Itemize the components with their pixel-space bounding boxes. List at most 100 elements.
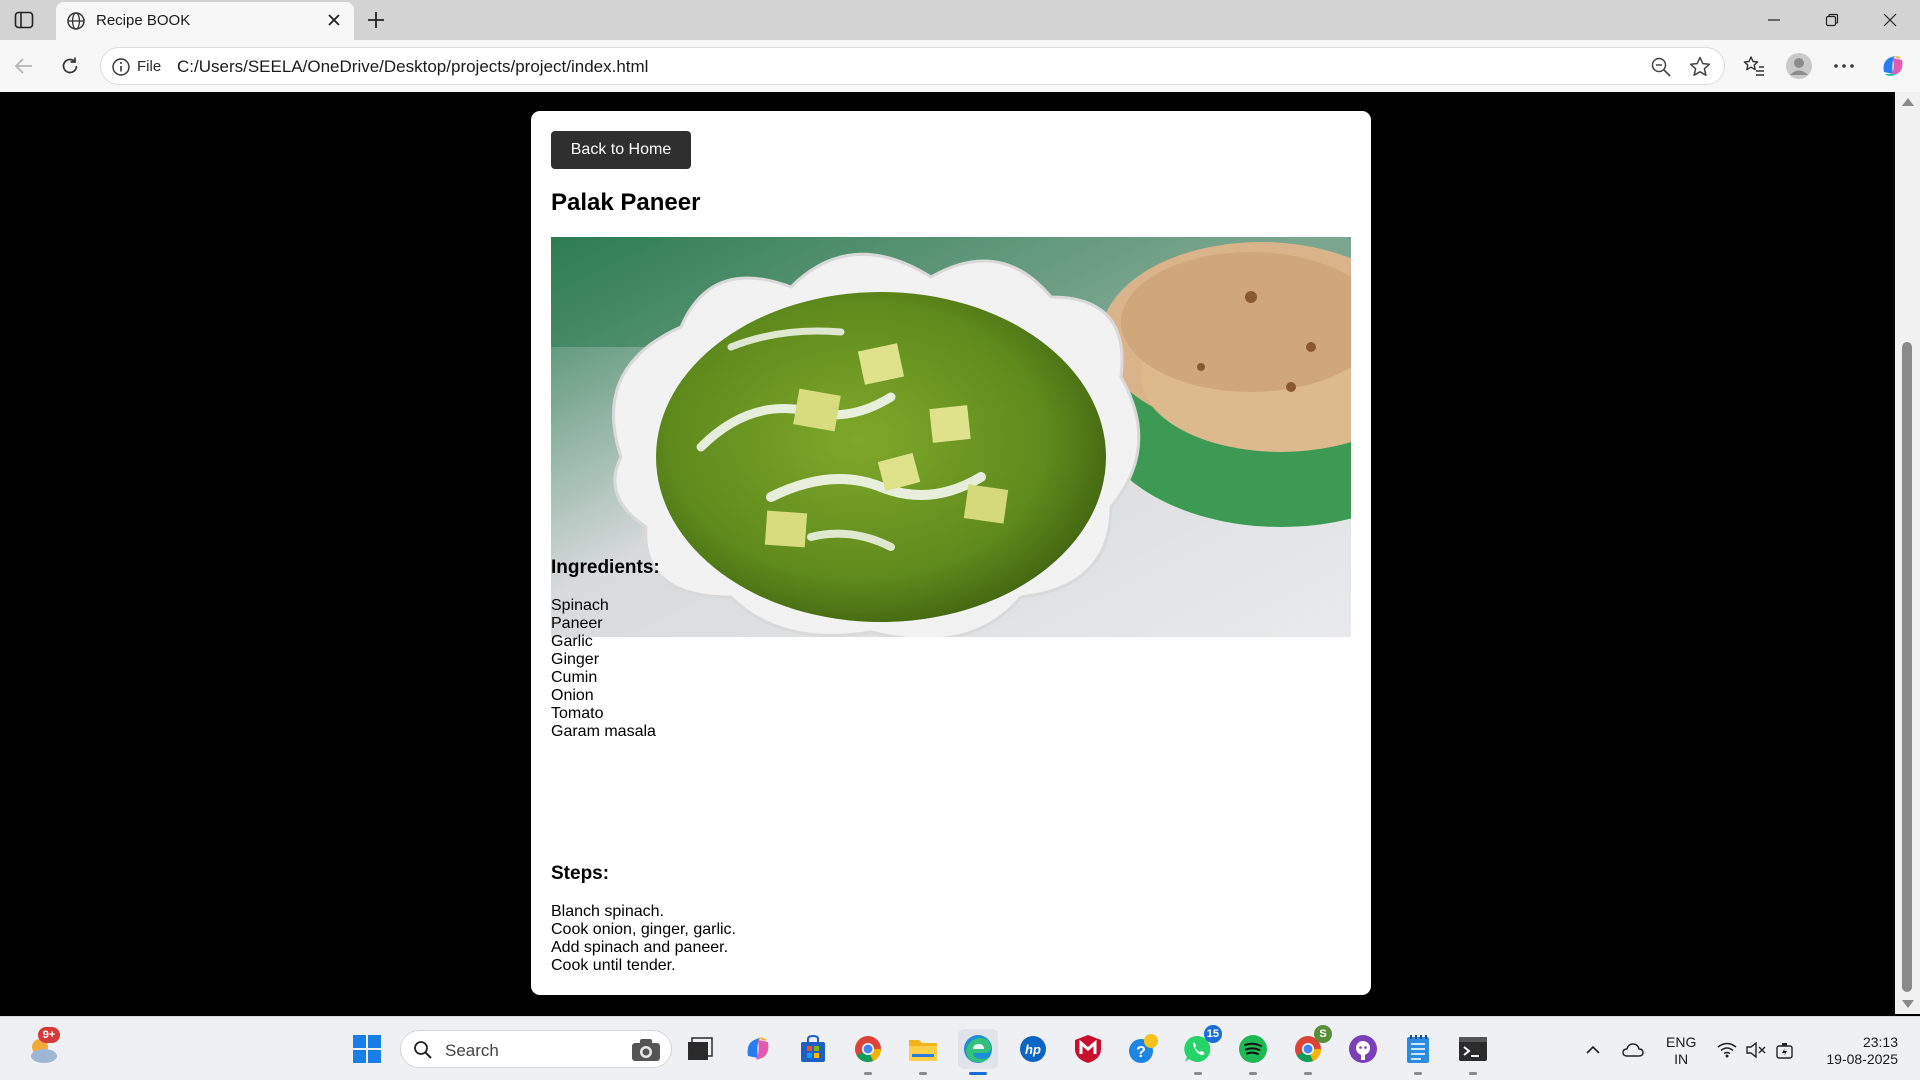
clock-time: 23:13: [1862, 1034, 1898, 1050]
task-view-icon: [688, 1037, 713, 1060]
running-indicator: [919, 1072, 927, 1075]
page-viewport: Back to Home Palak Paneer Ingredients: S…: [5, 92, 1895, 1014]
windows-logo-icon: [353, 1035, 381, 1063]
favorites-list-icon: [1743, 56, 1764, 76]
tab-actions-icon: [14, 11, 34, 29]
unread-count-badge: 15: [1203, 1025, 1222, 1043]
browser-title-bar: Recipe BOOK: [0, 0, 1920, 40]
close-window-button[interactable]: [1862, 0, 1918, 40]
taskbar-search[interactable]: Search: [400, 1030, 672, 1068]
scroll-down-arrow-icon[interactable]: [1902, 1000, 1914, 1008]
new-tab-button[interactable]: [364, 8, 388, 32]
restore-icon: [1825, 13, 1839, 27]
scroll-thumb[interactable]: [1902, 342, 1912, 992]
volume-tray[interactable]: [1745, 1039, 1767, 1061]
running-indicator: [1414, 1072, 1422, 1075]
palak-paneer-photo: [551, 237, 1351, 637]
language-code: ENG: [1666, 1034, 1697, 1050]
copilot-icon: [1883, 56, 1903, 76]
address-bar[interactable]: File C:/Users/SEELA/OneDrive/Desktop/pro…: [100, 47, 1725, 85]
wifi-tray[interactable]: [1716, 1039, 1738, 1061]
profile-avatar-icon: [1786, 53, 1812, 79]
minimize-button[interactable]: [1746, 0, 1802, 40]
running-indicator: [864, 1072, 872, 1075]
arrow-left-icon: [14, 58, 32, 74]
browser-tab[interactable]: Recipe BOOK: [56, 2, 354, 40]
chrome-app[interactable]: [848, 1029, 888, 1075]
settings-menu-button[interactable]: [1828, 50, 1860, 82]
recipe-card: Back to Home Palak Paneer Ingredients: S…: [531, 111, 1371, 995]
plus-icon: [368, 12, 384, 28]
globe-icon: [67, 12, 85, 30]
mcafee-app[interactable]: [1068, 1029, 1108, 1069]
steps-list: Blanch spinach. Cook onion, ginger, garl…: [551, 903, 736, 975]
store-icon: [801, 1034, 825, 1062]
browser-toolbar: File C:/Users/SEELA/OneDrive/Desktop/pro…: [0, 40, 1920, 92]
active-indicator: [969, 1072, 987, 1075]
terminal-app[interactable]: [1453, 1029, 1493, 1075]
tray-overflow-button[interactable]: [1582, 1039, 1604, 1061]
refresh-button[interactable]: [54, 50, 86, 82]
recipe-image: [551, 237, 1351, 637]
recipe-title: Palak Paneer: [551, 189, 701, 216]
microsoft-store-app[interactable]: [793, 1029, 833, 1069]
edge-app[interactable]: [958, 1029, 998, 1075]
address-scheme-label: File: [137, 58, 162, 75]
step-item: Cook until tender.: [551, 957, 676, 974]
close-icon: [328, 14, 340, 26]
whatsapp-app[interactable]: 15: [1178, 1025, 1222, 1075]
ingredient-item: Cumin: [551, 669, 598, 686]
camera-icon: [632, 1039, 660, 1061]
start-button[interactable]: [347, 1029, 387, 1069]
chevron-up-icon: [1586, 1045, 1600, 1054]
task-view-button[interactable]: [680, 1029, 720, 1069]
notepad-app[interactable]: [1398, 1029, 1438, 1075]
address-url: C:/Users/SEELA/OneDrive/Desktop/projects…: [177, 57, 649, 76]
favorites-button[interactable]: [1738, 50, 1770, 82]
back-nav-button[interactable]: [8, 50, 40, 82]
ingredient-item: Ginger: [551, 651, 600, 668]
copilot-button[interactable]: [1877, 50, 1909, 82]
step-item: Blanch spinach.: [551, 903, 664, 920]
ingredient-item: Spinach: [551, 597, 609, 614]
tab-title: Recipe BOOK: [96, 12, 191, 29]
scroll-up-arrow-icon[interactable]: [1902, 98, 1914, 106]
volume-muted-icon: [1746, 1042, 1766, 1058]
system-clock[interactable]: 23:13 19-08-2025: [1818, 1034, 1898, 1068]
zoom-out-icon[interactable]: [1650, 56, 1672, 78]
get-help-app[interactable]: ?: [1123, 1029, 1163, 1069]
help-icon: ?: [1129, 1034, 1158, 1063]
copilot-app[interactable]: [738, 1029, 778, 1069]
profile-badge: S: [1314, 1025, 1332, 1043]
windows-taskbar: 9+ Search hp ? 15 S ENG IN 23:13 19-08-2…: [0, 1016, 1920, 1080]
terminal-icon: [1459, 1037, 1487, 1061]
vertical-scrollbar[interactable]: [1895, 92, 1920, 1014]
chrome-profile-app[interactable]: S: [1288, 1025, 1332, 1075]
info-icon[interactable]: [111, 57, 131, 77]
refresh-icon: [62, 57, 78, 74]
steps-heading: Steps:: [551, 863, 610, 884]
ingredient-item: Garam masala: [551, 723, 656, 740]
hp-app[interactable]: hp: [1013, 1029, 1053, 1069]
restore-button[interactable]: [1804, 0, 1860, 40]
github-desktop-app[interactable]: [1343, 1029, 1383, 1069]
hp-icon: hp: [1020, 1036, 1046, 1062]
profile-button[interactable]: [1783, 50, 1815, 82]
back-to-home-button[interactable]: Back to Home: [551, 131, 691, 169]
battery-tray[interactable]: [1774, 1039, 1796, 1061]
svg-text:?: ?: [1136, 1044, 1146, 1061]
spotify-app[interactable]: [1233, 1029, 1273, 1075]
minimize-icon: [1768, 19, 1780, 21]
running-indicator: [1194, 1072, 1202, 1075]
file-explorer-app[interactable]: [903, 1029, 943, 1075]
close-window-icon: [1883, 13, 1897, 27]
more-dots-icon: [1834, 64, 1854, 68]
onedrive-tray[interactable]: [1622, 1039, 1644, 1061]
star-icon[interactable]: [1688, 55, 1712, 79]
tab-actions-button[interactable]: [12, 9, 36, 31]
ingredient-item: Garlic: [551, 633, 593, 650]
language-indicator[interactable]: ENG IN: [1666, 1034, 1696, 1068]
tab-close-button[interactable]: [324, 10, 344, 30]
ingredients-heading: Ingredients:: [551, 557, 660, 578]
running-indicator: [1304, 1072, 1312, 1075]
